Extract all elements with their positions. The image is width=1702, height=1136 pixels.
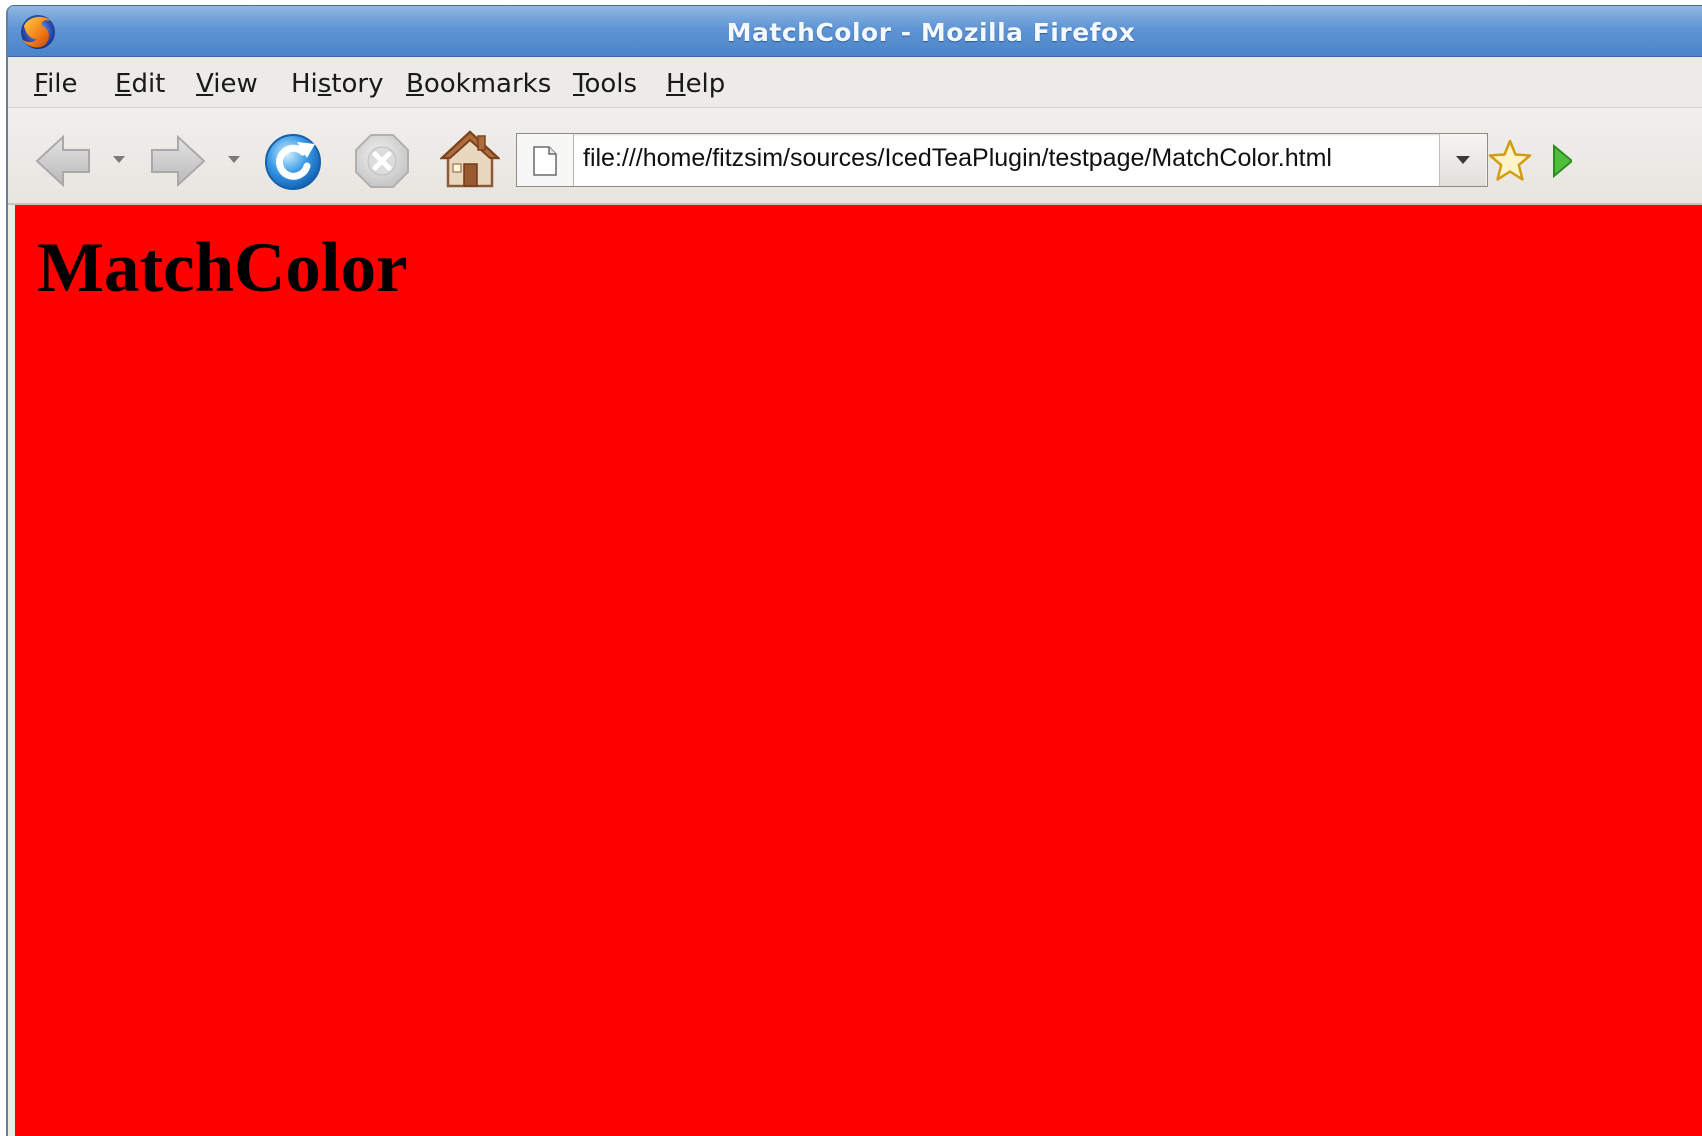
home-icon[interactable] (440, 128, 500, 190)
menu-tools[interactable]: Tools (573, 69, 637, 99)
back-arrow-icon[interactable] (33, 133, 93, 189)
menu-bar: File Edit View History Bookmarks Tools H… (8, 57, 1702, 108)
menu-bookmarks-mnemonic: B (406, 69, 424, 99)
window-title: MatchColor - Mozilla Firefox (726, 18, 1136, 47)
navigation-toolbar (8, 108, 1702, 205)
forward-history-dropdown-icon[interactable] (226, 153, 242, 165)
go-arrow-icon[interactable] (1552, 140, 1572, 182)
menu-help[interactable]: Help (666, 69, 725, 99)
menu-file[interactable]: File (34, 69, 78, 99)
menu-tools-mnemonic: T (573, 69, 585, 99)
menu-edit-rest: dit (131, 69, 166, 99)
reload-icon[interactable] (263, 130, 325, 192)
url-bar[interactable] (516, 133, 1488, 187)
page-content: MatchColor (15, 205, 1702, 1136)
menu-help-mnemonic: H (666, 69, 686, 99)
menu-view-mnemonic: V (196, 69, 214, 99)
site-identity-button[interactable] (517, 134, 574, 186)
menu-help-rest: elp (685, 69, 726, 99)
menu-history-pre: Hi (291, 69, 318, 99)
page-heading: MatchColor (37, 229, 408, 307)
menu-bookmarks-rest: ookmarks (423, 69, 552, 99)
menu-view-rest: iew (213, 69, 258, 99)
menu-edit[interactable]: Edit (115, 69, 165, 99)
back-history-dropdown-icon[interactable] (111, 153, 127, 165)
chevron-down-icon (1456, 156, 1470, 164)
stop-icon[interactable] (353, 132, 411, 190)
menu-bookmarks[interactable]: Bookmarks (406, 69, 551, 99)
menu-history-rest: tory (331, 69, 384, 99)
menu-edit-mnemonic: E (115, 69, 132, 99)
url-history-dropdown-button[interactable] (1439, 134, 1486, 186)
title-bar[interactable]: MatchColor - Mozilla Firefox (8, 6, 1702, 57)
url-input[interactable] (583, 144, 1423, 173)
bookmark-star-icon[interactable] (1487, 138, 1533, 184)
forward-arrow-icon[interactable] (148, 133, 208, 189)
menu-file-rest: ile (47, 69, 78, 99)
browser-window: MatchColor - Mozilla Firefox File Edit V… (6, 5, 1702, 1136)
menu-file-mnemonic: F (34, 69, 48, 99)
menu-history[interactable]: History (291, 69, 384, 99)
menu-tools-rest: ools (584, 69, 638, 99)
menu-history-mnemonic: s (317, 69, 332, 99)
page-icon (533, 146, 557, 176)
menu-view[interactable]: View (196, 69, 258, 99)
